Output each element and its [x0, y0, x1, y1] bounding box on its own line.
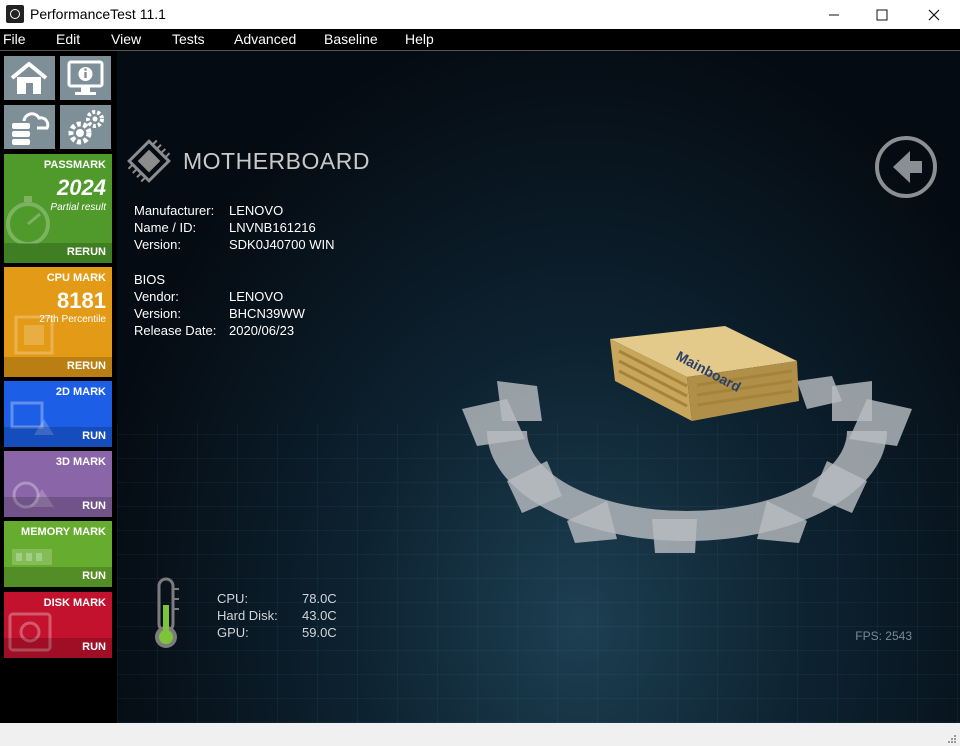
disk-mark-run-button[interactable]: RUN — [82, 641, 106, 653]
app-logo-icon — [6, 5, 24, 23]
fps-counter: FPS: 2543 — [855, 629, 912, 643]
memory-mark-label: MEMORY MARK — [21, 526, 106, 538]
maximize-button[interactable] — [859, 0, 905, 29]
menu-file[interactable]: File — [3, 31, 26, 47]
disk-temp-key: Hard Disk: — [217, 608, 278, 623]
2d-mark-label: 2D MARK — [55, 386, 106, 398]
cpu-mark-label: CPU MARK — [46, 272, 106, 284]
bios-version-value: BHCN39WW — [229, 306, 305, 321]
cpu-mark-rerun-button[interactable]: RERUN — [67, 360, 106, 372]
stopwatch-icon — [6, 196, 50, 244]
cpu-temp-value: 78.0C — [302, 591, 337, 606]
2d-mark-tile[interactable]: 2D MARK RUN — [4, 381, 112, 447]
title-bar: PerformanceTest 11.1 — [0, 0, 960, 29]
memory-mark-tile[interactable]: MEMORY MARK RUN — [4, 521, 112, 587]
memory-mark-run-button[interactable]: RUN — [82, 570, 106, 582]
resize-grip-icon[interactable] — [945, 732, 957, 744]
passmark-sub: Partial result — [50, 202, 106, 213]
menu-bar: File Edit View Tests Advanced Baseline H… — [0, 29, 960, 51]
motherboard-gear-illustration: Mainboard — [462, 326, 912, 553]
menu-view[interactable]: View — [111, 31, 141, 47]
3d-mark-label: 3D MARK — [55, 456, 106, 468]
settings-button[interactable] — [60, 105, 111, 149]
maximize-icon — [876, 9, 888, 20]
bios-release-date-key: Release Date: — [134, 323, 217, 338]
menu-baseline[interactable]: Baseline — [324, 31, 378, 47]
menu-help[interactable]: Help — [405, 31, 434, 47]
sidebar: PASSMARK 2024 Partial result RERUN CPU M… — [0, 51, 117, 723]
name-id-key: Name / ID: — [134, 220, 197, 235]
cpu-mark-score: 8181 — [57, 288, 106, 313]
back-arrow-icon[interactable] — [874, 135, 938, 199]
bios-release-date-value: 2020/06/23 — [229, 323, 295, 338]
cloud-database-icon — [12, 112, 50, 145]
bios-vendor-key: Vendor: — [134, 289, 179, 304]
home-button[interactable] — [4, 56, 55, 100]
mainboard-chip: Mainboard — [610, 326, 799, 421]
bios-vendor-value: LENOVO — [229, 289, 284, 304]
minimize-icon — [829, 14, 839, 15]
gpu-temp-key: GPU: — [217, 625, 249, 640]
system-info-button[interactable] — [60, 56, 111, 100]
passmark-tile[interactable]: PASSMARK 2024 Partial result RERUN — [4, 154, 112, 263]
menu-edit[interactable]: Edit — [56, 31, 80, 47]
cpu-mark-percentile: 27th Percentile — [39, 314, 106, 325]
cpu-temp-key: CPU: — [217, 591, 249, 606]
version-value: SDK0J40700 WIN — [229, 237, 335, 252]
version-key: Version: — [134, 237, 181, 252]
thermometer-icon — [155, 577, 179, 648]
name-id-value: LNVNB161216 — [229, 220, 316, 235]
section-header: MOTHERBOARD — [125, 137, 370, 185]
manufacturer-key: Manufacturer: — [134, 203, 215, 218]
window-title: PerformanceTest 11.1 — [30, 6, 166, 22]
system-info-icon — [67, 60, 104, 95]
disk-mark-label: DISK MARK — [43, 597, 106, 609]
cpu-mark-tile[interactable]: CPU MARK 8181 27th Percentile RERUN — [4, 267, 112, 377]
chip-icon — [127, 139, 171, 183]
close-icon — [928, 9, 940, 20]
home-icon — [10, 62, 48, 94]
manufacturer-value: LENOVO — [229, 203, 284, 218]
menu-advanced[interactable]: Advanced — [234, 31, 296, 47]
section-title: MOTHERBOARD — [183, 147, 370, 174]
status-bar — [0, 723, 960, 746]
cloud-results-button[interactable] — [4, 105, 55, 149]
3d-mark-run-button[interactable]: RUN — [82, 500, 106, 512]
bios-heading: BIOS — [134, 272, 166, 287]
minimize-button[interactable] — [811, 0, 857, 29]
disk-temp-value: 43.0C — [302, 608, 337, 623]
3d-mark-tile[interactable]: 3D MARK RUN — [4, 451, 112, 517]
close-button[interactable] — [911, 0, 957, 29]
disk-mark-tile[interactable]: DISK MARK RUN — [4, 592, 112, 658]
2d-mark-run-button[interactable]: RUN — [82, 430, 106, 442]
settings-gears-icon — [68, 110, 104, 145]
passmark-label: PASSMARK — [43, 159, 106, 171]
menu-tests[interactable]: Tests — [172, 31, 205, 47]
main-panel: Mainboard MOTHERBOARD Manufacturer: LENO… — [117, 51, 960, 723]
gpu-temp-value: 59.0C — [302, 625, 337, 640]
passmark-score: 2024 — [57, 175, 106, 200]
passmark-rerun-button[interactable]: RERUN — [67, 246, 106, 258]
bios-version-key: Version: — [134, 306, 181, 321]
